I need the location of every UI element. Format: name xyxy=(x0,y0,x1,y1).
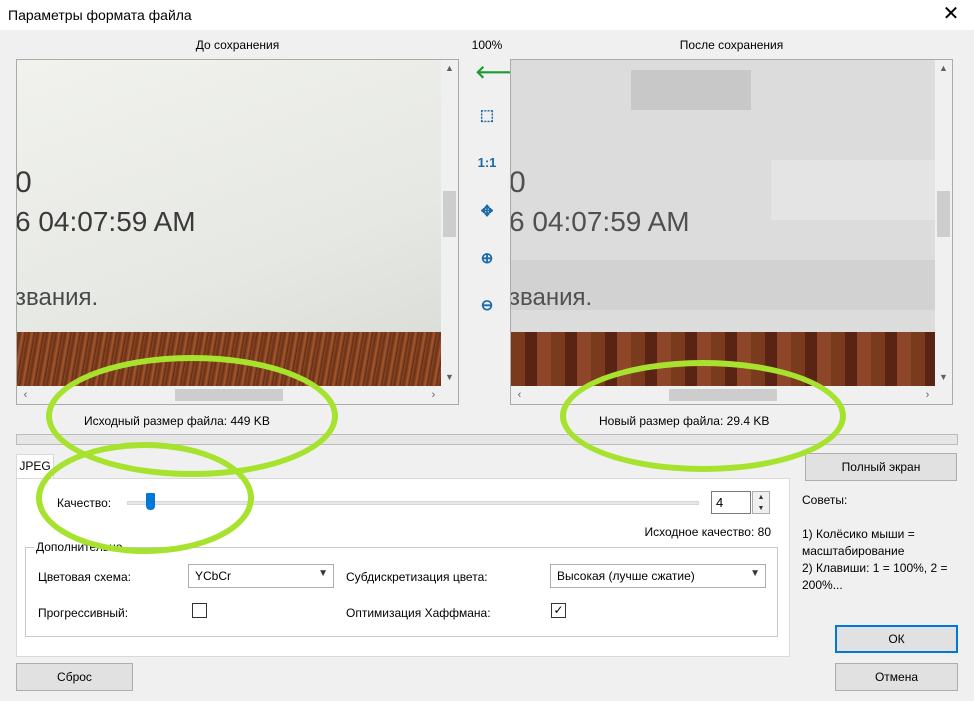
scroll-corner xyxy=(441,386,458,404)
original-size-text: Исходный размер файла: 449 KB xyxy=(84,414,270,428)
scroll-corner xyxy=(935,386,952,404)
wheat-field-area xyxy=(17,332,442,386)
scroll-left-icon[interactable]: ‹ xyxy=(511,386,528,404)
progressive-checkbox[interactable] xyxy=(192,603,207,618)
preview-text-line3: звания. xyxy=(511,284,593,311)
quality-slider-thumb[interactable] xyxy=(145,493,155,510)
subsampling-select[interactable]: Высокая (лучше сжатие) ▼ xyxy=(550,564,766,588)
actual-size-button[interactable]: 1:1 xyxy=(475,151,499,175)
chevron-down-icon: ▼ xyxy=(318,568,328,579)
after-preview-label: После сохранения xyxy=(679,38,784,52)
spin-up-icon[interactable]: ▲ xyxy=(753,492,769,503)
window-title: Параметры формата файла xyxy=(8,7,192,23)
preview-text-line3: звания. xyxy=(17,284,99,311)
tip-mouse-wheel: 1) Колёсико мыши = масштабирование xyxy=(802,527,915,558)
cancel-button[interactable]: Отмена xyxy=(835,663,958,691)
advanced-group: Дополнительно Цветовая схема: YCbCr ▼ Су… xyxy=(25,540,778,637)
progressive-label: Прогрессивный: xyxy=(38,606,129,620)
quality-slider-track[interactable] xyxy=(127,501,699,505)
scroll-right-icon[interactable]: › xyxy=(425,386,442,404)
scroll-down-icon[interactable]: ▼ xyxy=(441,369,458,386)
preview-text-line2: 6 04:07:59 AM xyxy=(511,206,690,237)
scroll-thumb[interactable] xyxy=(175,389,283,401)
before-preview-label: До сохранения xyxy=(195,38,280,52)
scroll-down-icon[interactable]: ▼ xyxy=(935,369,952,386)
scroll-thumb[interactable] xyxy=(937,191,950,237)
original-quality-label: Исходное качество: xyxy=(644,525,755,539)
vertical-scrollbar[interactable]: ▲ ▼ xyxy=(441,60,458,386)
quality-label: Качество: xyxy=(57,496,112,510)
scroll-right-icon[interactable]: › xyxy=(919,386,936,404)
chevron-down-icon: ▼ xyxy=(750,568,760,579)
original-quality-text: Исходное качество: 80 xyxy=(644,525,771,539)
reset-button[interactable]: Сброс xyxy=(16,663,133,691)
color-scheme-label: Цветовая схема: xyxy=(38,570,131,584)
horizontal-scrollbar[interactable]: ‹ › xyxy=(511,386,936,404)
preview-text-line1: 0 xyxy=(17,166,32,200)
spin-down-icon[interactable]: ▼ xyxy=(753,503,769,514)
original-size-label: Исходный размер файла: xyxy=(84,414,228,428)
new-size-text: Новый размер файла: 29.4 KB xyxy=(599,414,769,428)
before-preview[interactable]: 0 6 04:07:59 AM звания. ▲ ▼ ‹ › xyxy=(16,59,459,405)
wheat-field-area xyxy=(511,332,936,386)
scroll-thumb[interactable] xyxy=(443,191,456,237)
back-arrow-icon[interactable]: 🡐 xyxy=(475,60,523,84)
color-scheme-value: YCbCr xyxy=(195,569,232,583)
new-size-label: Новый размер файла: xyxy=(599,414,724,428)
close-icon[interactable]: ✕ xyxy=(936,3,966,27)
tips-panel: Советы: 1) Колёсико мыши = масштабирован… xyxy=(802,492,970,594)
advanced-group-title: Дополнительно xyxy=(34,540,125,554)
tips-title: Советы: xyxy=(802,493,848,507)
vertical-scrollbar[interactable]: ▲ ▼ xyxy=(935,60,952,386)
dialog-body: До сохранения 100% После сохранения 0 6 … xyxy=(0,30,974,701)
horizontal-scrollbar[interactable]: ‹ › xyxy=(17,386,442,404)
fit-to-window-icon[interactable]: ⬚ xyxy=(475,104,499,128)
scroll-thumb[interactable] xyxy=(669,389,777,401)
zoom-in-icon[interactable]: ⊕ xyxy=(475,247,499,271)
center-icon[interactable]: ✥ xyxy=(475,200,499,224)
huffman-label: Оптимизация Хаффмана: xyxy=(346,606,491,620)
scroll-left-icon[interactable]: ‹ xyxy=(17,386,34,404)
color-scheme-select[interactable]: YCbCr ▼ xyxy=(188,564,334,588)
original-quality-value: 80 xyxy=(757,525,771,539)
original-size-value: 449 KB xyxy=(230,414,270,428)
progress-bar xyxy=(16,434,958,445)
before-preview-image: 0 6 04:07:59 AM звания. xyxy=(17,60,442,386)
scroll-up-icon[interactable]: ▲ xyxy=(441,60,458,77)
after-preview[interactable]: 0 6 04:07:59 AM звания. ▲ ▼ ‹ › xyxy=(510,59,953,405)
preview-text-line1: 0 xyxy=(511,166,526,200)
ok-button[interactable]: ОК xyxy=(835,625,958,653)
new-size-value: 29.4 KB xyxy=(726,414,770,428)
huffman-checkbox[interactable]: ✓ xyxy=(551,603,566,618)
tab-jpeg[interactable]: JPEG xyxy=(16,454,54,479)
preview-text-line2: 6 04:07:59 AM xyxy=(17,206,196,237)
subsampling-label: Субдискретизация цвета: xyxy=(346,570,488,584)
artifact-block xyxy=(771,160,936,220)
fullscreen-button[interactable]: Полный экран xyxy=(805,453,957,481)
title-bar: Параметры формата файла ✕ xyxy=(0,0,974,30)
scroll-up-icon[interactable]: ▲ xyxy=(935,60,952,77)
artifact-block xyxy=(631,70,751,110)
subsampling-value: Высокая (лучше сжатие) xyxy=(557,569,695,583)
jpeg-settings-panel: Качество: 4 ▲ ▼ Исходное качество: 80 До… xyxy=(16,478,790,657)
zoom-out-icon[interactable]: ⊖ xyxy=(475,294,499,318)
after-preview-image: 0 6 04:07:59 AM звания. xyxy=(511,60,936,386)
quality-input[interactable]: 4 xyxy=(711,491,751,514)
zoom-level: 100% xyxy=(471,38,503,52)
tip-keys: 2) Клавиши: 1 = 100%, 2 = 200%... xyxy=(802,561,948,592)
quality-stepper[interactable]: ▲ ▼ xyxy=(752,491,770,514)
